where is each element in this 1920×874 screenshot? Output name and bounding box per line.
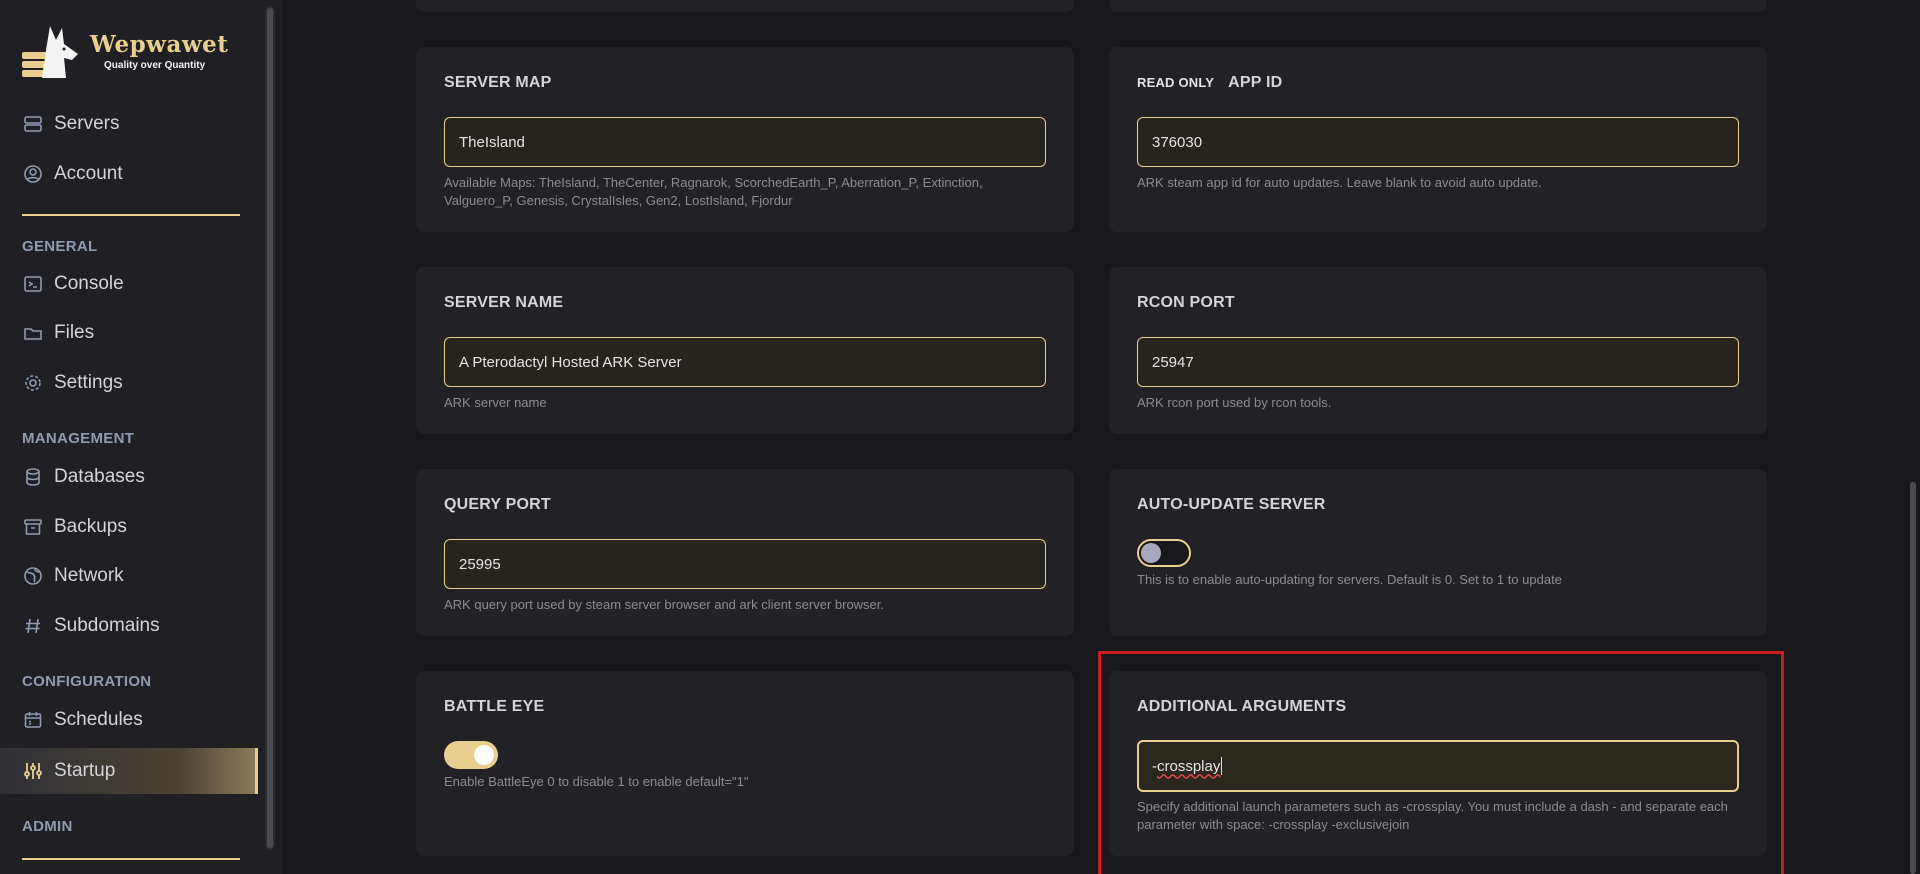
sidebar-item-schedules[interactable]: Schedules <box>22 700 262 740</box>
input-value: A Pterodactyl Hosted ARK Server <box>459 353 682 371</box>
input-value: 376030 <box>1152 133 1203 151</box>
card-title: BATTLE EYE <box>444 698 545 715</box>
folder-icon <box>22 322 44 344</box>
card-title: SERVER MAP <box>444 74 552 91</box>
input-value: 25947 <box>1152 353 1194 371</box>
gear-icon <box>22 372 44 394</box>
card-title: RCON PORT <box>1137 294 1235 311</box>
account-icon <box>22 163 44 185</box>
sidebar-scrollbar-thumb[interactable] <box>267 8 273 848</box>
sidebar-item-label: Files <box>54 322 95 343</box>
sidebar-divider <box>22 858 240 860</box>
help-text: Available Maps: TheIsland, TheCenter, Ra… <box>444 175 983 208</box>
card-rcon-port: RCON PORT 25947 ARK rcon port used by rc… <box>1109 267 1767 434</box>
battle-eye-toggle[interactable] <box>444 741 498 769</box>
highlight-box <box>1098 651 1784 874</box>
sidebar-item-label: Startup <box>54 760 116 781</box>
sidebar-item-network[interactable]: Network <box>22 556 262 596</box>
card-title: QUERY PORT <box>444 496 551 513</box>
sidebar-item-databases[interactable]: Databases <box>22 457 262 497</box>
sidebar-item-servers[interactable]: Servers <box>22 104 262 144</box>
sidebar-item-subdomains[interactable]: Subdomains <box>22 606 262 646</box>
section-label-configuration: CONFIGURATION <box>22 673 152 690</box>
page-scrollbar-thumb[interactable] <box>1910 482 1916 874</box>
card-partial-top-right <box>1109 0 1767 12</box>
sidebar-item-label: Account <box>54 163 123 184</box>
sidebar-item-label: Databases <box>54 466 145 487</box>
app-id-input[interactable]: 376030 <box>1137 117 1739 167</box>
console-icon <box>22 273 44 295</box>
section-label-management: MANAGEMENT <box>22 430 135 447</box>
server-name-input[interactable]: A Pterodactyl Hosted ARK Server <box>444 337 1046 387</box>
sidebar-item-startup[interactable]: Startup <box>0 748 258 794</box>
input-value: TheIsland <box>459 133 525 151</box>
brand-tagline: Quality over Quantity <box>104 60 206 71</box>
card-auto-update: AUTO-UPDATE SERVER This is to enable aut… <box>1109 469 1767 636</box>
sidebar-item-files[interactable]: Files <box>22 313 262 353</box>
sliders-icon <box>22 760 44 782</box>
brand-name: Wepwawet <box>90 31 229 58</box>
sidebar-item-label: Network <box>54 565 124 586</box>
help-text: Enable BattleEye 0 to disable 1 to enabl… <box>444 774 749 789</box>
card-title: READ ONLY APP ID <box>1137 74 1282 92</box>
sidebar-item-label: Settings <box>54 372 123 393</box>
card-battle-eye: BATTLE EYE Enable BattleEye 0 to disable… <box>416 671 1074 856</box>
section-label-general: GENERAL <box>22 238 98 255</box>
sidebar-item-label: Console <box>54 273 124 294</box>
card-query-port: QUERY PORT 25995 ARK query port used by … <box>416 469 1074 636</box>
server-icon <box>22 113 44 135</box>
sidebar-item-settings[interactable]: Settings <box>22 363 262 403</box>
jackal-logo-icon <box>22 26 78 78</box>
help-text: ARK server name <box>444 395 547 410</box>
section-label-admin: ADMIN <box>22 818 73 835</box>
sidebar-item-label: Servers <box>54 113 120 134</box>
help-text: ARK rcon port used by rcon tools. <box>1137 395 1332 410</box>
globe-icon <box>22 565 44 587</box>
sidebar-item-label: Schedules <box>54 709 143 730</box>
card-app-id: READ ONLY APP ID 376030 ARK steam app id … <box>1109 47 1767 232</box>
sidebar-item-label: Subdomains <box>54 615 160 636</box>
rcon-port-input[interactable]: 25947 <box>1137 337 1739 387</box>
card-server-map: SERVER MAP TheIsland Available Maps: The… <box>416 47 1074 232</box>
sidebar-item-backups[interactable]: Backups <box>22 507 262 547</box>
toggle-knob <box>1141 543 1161 563</box>
read-only-badge: READ ONLY <box>1137 75 1215 90</box>
hash-icon <box>22 615 44 637</box>
sidebar-item-account[interactable]: Account <box>22 154 262 194</box>
sidebar-item-label: Backups <box>54 516 127 537</box>
card-server-name: SERVER NAME A Pterodactyl Hosted ARK Ser… <box>416 267 1074 434</box>
card-partial-top-left <box>416 0 1074 12</box>
archive-icon <box>22 516 44 538</box>
card-title: AUTO-UPDATE SERVER <box>1137 496 1326 513</box>
card-title-text: APP ID <box>1228 74 1283 91</box>
brand-logo[interactable]: Wepwawet Quality over Quantity <box>20 22 228 80</box>
help-text: ARK steam app id for auto updates. Leave… <box>1137 175 1542 190</box>
sidebar-divider <box>22 214 240 216</box>
card-title: SERVER NAME <box>444 294 564 311</box>
input-value: 25995 <box>459 555 501 573</box>
help-text: ARK query port used by steam server brow… <box>444 597 885 612</box>
server-map-input[interactable]: TheIsland <box>444 117 1046 167</box>
toggle-knob <box>474 745 494 765</box>
calendar-icon <box>22 709 44 731</box>
help-text: This is to enable auto-updating for serv… <box>1137 572 1562 587</box>
query-port-input[interactable]: 25995 <box>444 539 1046 589</box>
sidebar: Wepwawet Quality over Quantity Servers A… <box>0 0 282 874</box>
auto-update-toggle[interactable] <box>1137 539 1191 567</box>
database-icon <box>22 466 44 488</box>
sidebar-item-console[interactable]: Console <box>22 264 262 304</box>
